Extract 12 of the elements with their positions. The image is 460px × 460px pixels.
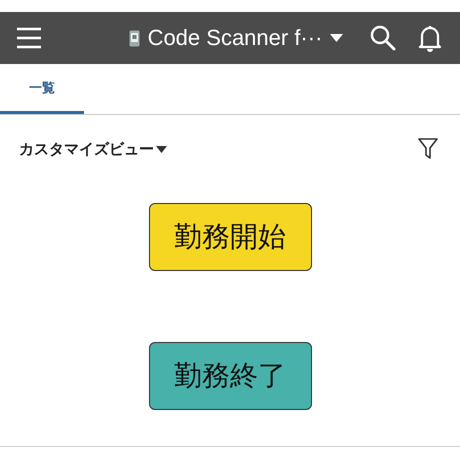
caret-icon[interactable] (156, 146, 167, 152)
phone-icon (128, 30, 140, 46)
app-title[interactable]: Code Scanner f··· (148, 25, 322, 51)
search-icon[interactable] (370, 25, 396, 51)
action-button[interactable]: 勤務終了 (148, 342, 312, 410)
view-selector[interactable]: カスタマイズビュー (19, 140, 154, 158)
caret-icon[interactable] (330, 34, 344, 42)
action-button[interactable]: 勤務開始 (148, 203, 312, 271)
list-tab[interactable]: 一覧 (0, 64, 84, 114)
menu-icon[interactable] (16, 27, 42, 49)
filter-icon[interactable] (418, 138, 438, 160)
notification-bell-icon[interactable] (418, 24, 442, 52)
